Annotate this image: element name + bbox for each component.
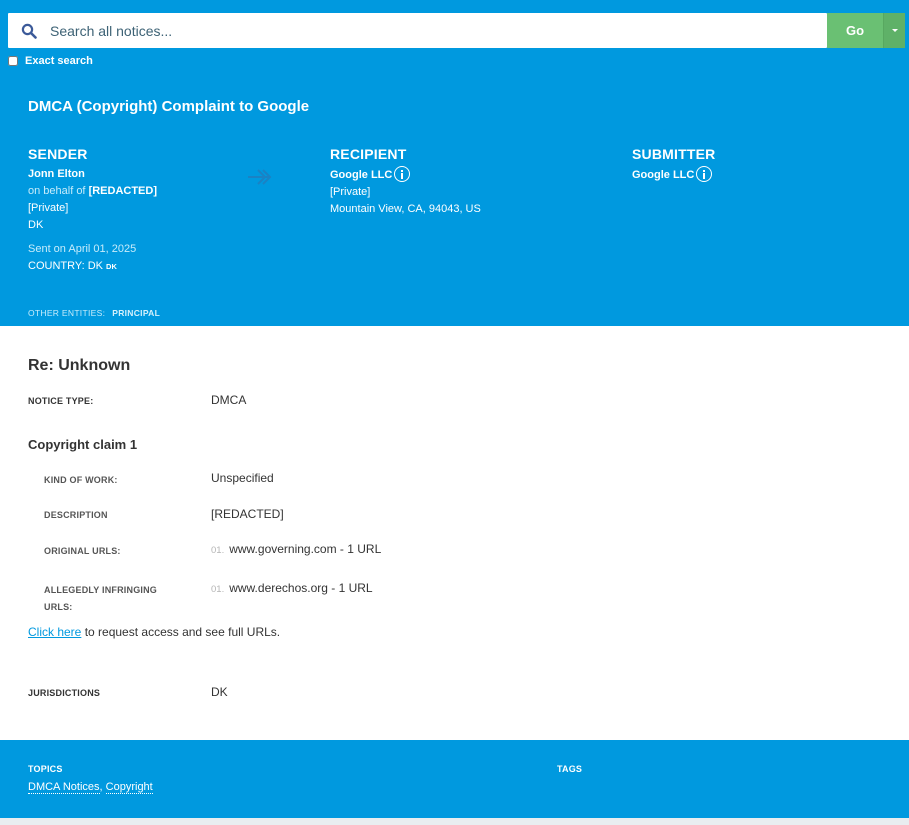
request-access: Click here to request access and see ful…: [28, 625, 280, 639]
infringing-url: www.derechos.org - 1 URL: [229, 581, 373, 595]
other-entities-label: OTHER ENTITIES:: [28, 308, 106, 318]
re-title: Re: Unknown: [28, 357, 131, 374]
notice-title: DMCA (Copyright) Complaint to Google: [28, 98, 310, 115]
search-input[interactable]: [50, 13, 827, 48]
original-url-item: 01. www.governing.com - 1 URL: [211, 542, 381, 556]
notice-footer: TOPICS DMCA Notices, Copyright TAGS: [0, 740, 909, 818]
kind-of-work-value: Unspecified: [211, 471, 274, 485]
tags-label: TAGS: [557, 764, 583, 774]
recipient-heading: RECIPIENT: [330, 146, 407, 162]
exact-search-label[interactable]: Exact search: [25, 55, 93, 67]
country-label: COUNTRY: DK: [28, 260, 103, 272]
topic-link[interactable]: Copyright: [105, 781, 153, 794]
submitter-section: SUBMITTER Google LLC: [632, 146, 715, 184]
sender-country: COUNTRY: DK DK: [28, 258, 157, 275]
sender-on-behalf: on behalf of [REDACTED]: [28, 183, 157, 200]
infringing-label-line2: URLS:: [44, 602, 73, 612]
caret-down-icon: [891, 29, 898, 32]
submitter-heading: SUBMITTER: [632, 146, 716, 162]
exact-search-checkbox[interactable]: [8, 56, 18, 66]
search-icon: [8, 13, 50, 48]
request-access-text: to request access and see full URLs.: [81, 625, 281, 639]
sender-section: SENDER Jonn Elton on behalf of [REDACTED…: [28, 146, 157, 275]
notice-type-value: DMCA: [211, 393, 247, 407]
description-label: DESCRIPTION: [44, 510, 108, 520]
original-url: www.governing.com - 1 URL: [229, 542, 382, 556]
description-value: [REDACTED]: [211, 507, 284, 521]
original-urls-label: ORIGINAL URLS:: [44, 546, 121, 556]
search-options-dropdown[interactable]: [883, 13, 905, 48]
recipient-private: [Private]: [330, 186, 371, 198]
sender-heading: SENDER: [28, 146, 88, 162]
recipient-name-row: Google LLC: [330, 166, 481, 184]
infringing-urls-label: ALLEGEDLY INFRINGING URLS:: [44, 582, 157, 616]
search-box: [8, 13, 827, 48]
infringing-label-line1: ALLEGEDLY INFRINGING: [44, 585, 158, 595]
topic-link[interactable]: DMCA Notices: [28, 781, 100, 794]
notice-body: Re: Unknown NOTICE TYPE: DMCA Copyright …: [0, 326, 909, 740]
sender-private: [Private]: [28, 202, 69, 214]
list-number: 01.: [211, 584, 225, 595]
submitter-name: Google LLC: [632, 169, 695, 181]
sent-date: Sent on April 01, 2025: [28, 243, 137, 255]
jurisdictions-label: JURISDICTIONS: [28, 688, 101, 698]
principal-name: [REDACTED]: [88, 185, 158, 197]
double-arrow-right-icon: [248, 169, 272, 185]
recipient-address: Mountain View, CA, 94043, US: [330, 203, 481, 215]
jurisdictions-value: DK: [211, 685, 228, 699]
topic-separator: ,: [99, 781, 106, 793]
request-access-link[interactable]: Click here: [28, 625, 81, 639]
other-entities: OTHER ENTITIES: PRINCIPAL: [28, 308, 160, 318]
info-icon[interactable]: [394, 166, 411, 182]
search-bar: Go: [8, 13, 905, 48]
go-button[interactable]: Go: [827, 13, 883, 48]
infringing-url-item: 01. www.derechos.org - 1 URL: [211, 581, 373, 595]
country-code: DK: [106, 262, 117, 271]
principal-link[interactable]: PRINCIPAL: [112, 308, 160, 318]
topics-list: DMCA Notices, Copyright: [28, 781, 153, 794]
sender-name: Jonn Elton: [28, 168, 85, 180]
recipient-name: Google LLC: [330, 169, 393, 181]
kind-of-work-label: KIND OF WORK:: [44, 475, 118, 485]
topics-label: TOPICS: [28, 764, 63, 774]
notice-header: Go Exact search DMCA (Copyright) Complai…: [0, 0, 909, 326]
exact-search-option: Exact search: [8, 55, 93, 67]
list-number: 01.: [211, 545, 225, 556]
on-behalf-prefix: on behalf of: [28, 185, 86, 197]
sender-location: DK: [28, 219, 44, 231]
notice-type-label: NOTICE TYPE:: [28, 396, 94, 406]
recipient-section: RECIPIENT Google LLC [Private] Mountain …: [330, 146, 481, 218]
claim-title: Copyright claim 1: [28, 437, 138, 452]
submitter-name-row: Google LLC: [632, 166, 715, 184]
info-icon[interactable]: [696, 166, 713, 182]
